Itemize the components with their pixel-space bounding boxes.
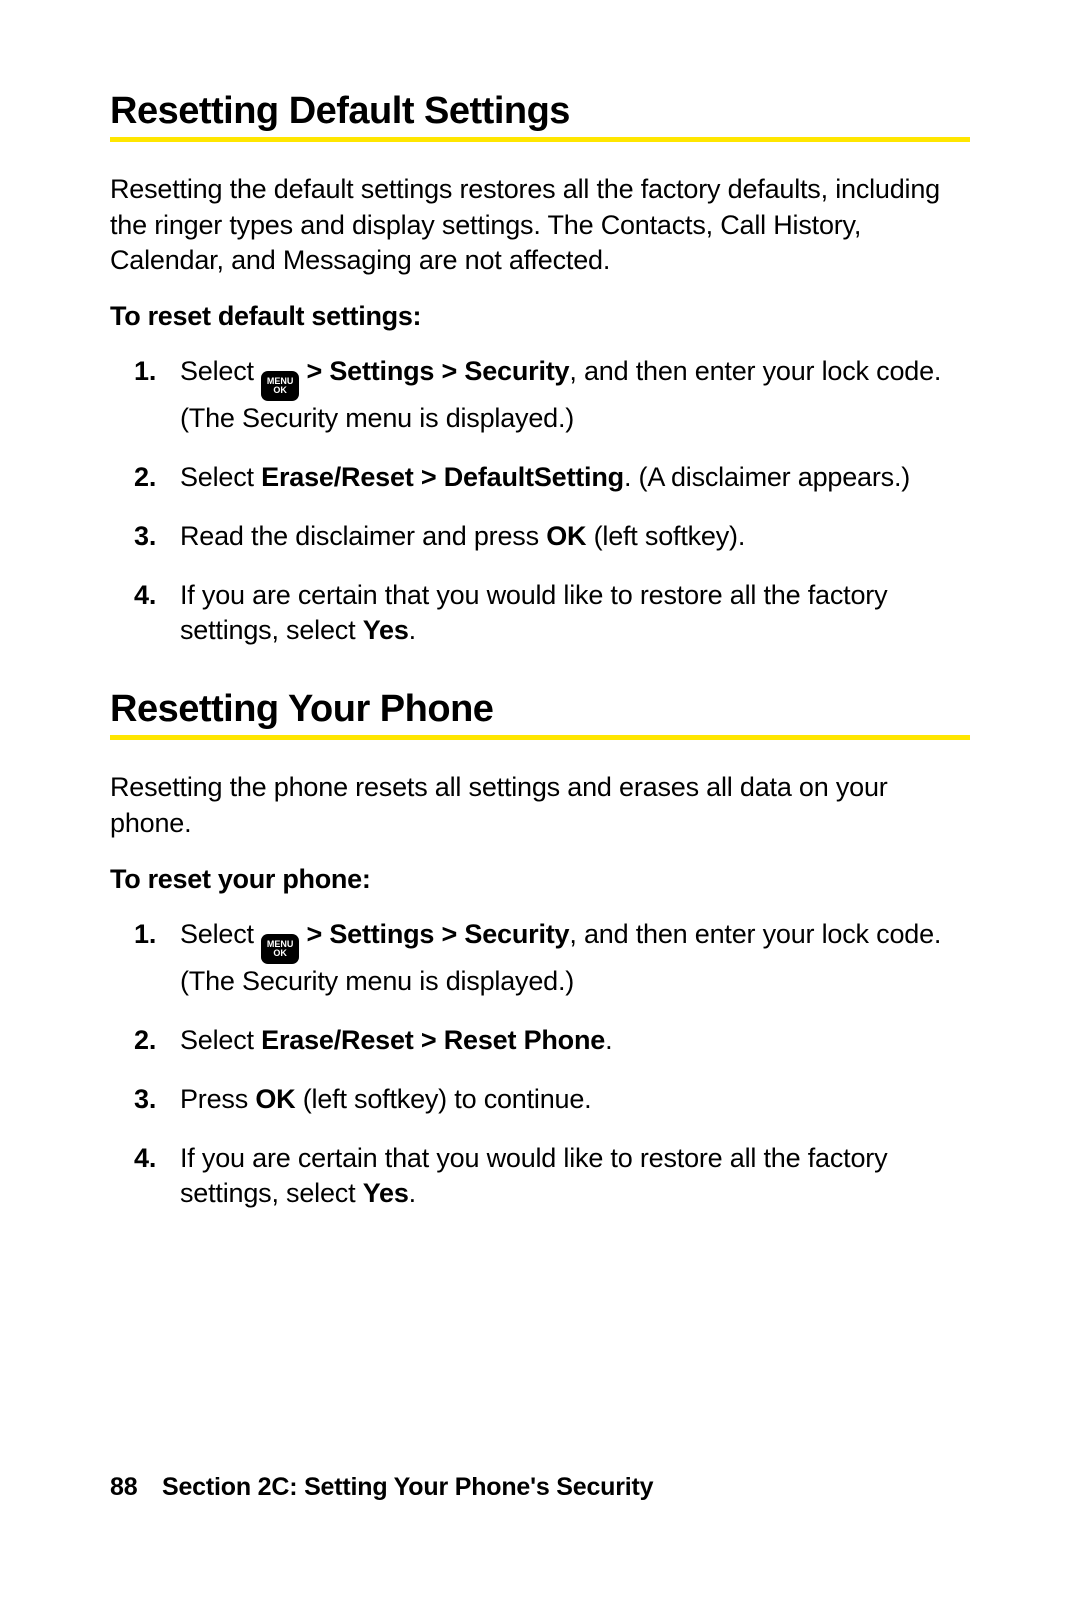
footer-section-title: Section 2C: Setting Your Phone's Securit… (162, 1473, 653, 1501)
page-number: 88 (110, 1473, 162, 1502)
step-item: 3. Read the disclaimer and press OK (lef… (180, 519, 970, 554)
step-text: Read the disclaimer and press (180, 521, 546, 551)
step-text: . (409, 615, 416, 645)
subhead-reset-default: To reset default settings: (110, 301, 970, 332)
menu-ok-key-icon: MENUOK (261, 934, 299, 964)
steps-reset-phone: 1. Select MENUOK > Settings > Security, … (110, 917, 970, 1211)
heading-reset-default: Resetting Default Settings (110, 90, 970, 142)
step-text: (left softkey) to continue. (295, 1084, 591, 1114)
step-text: If you are certain that you would like t… (180, 580, 887, 645)
step-text: . (605, 1025, 612, 1055)
step-item: 1. Select MENUOK > Settings > Security, … (180, 354, 970, 436)
step-bold: Yes (363, 1178, 409, 1208)
step-bold: > Settings > Security (299, 919, 569, 949)
step-bold: Yes (363, 615, 409, 645)
step-number: 1. (134, 917, 156, 952)
step-item: 4. If you are certain that you would lik… (180, 578, 970, 648)
step-item: 4. If you are certain that you would lik… (180, 1141, 970, 1211)
step-number: 3. (134, 519, 156, 554)
step-number: 2. (134, 460, 156, 495)
subhead-reset-phone: To reset your phone: (110, 864, 970, 895)
steps-reset-default: 1. Select MENUOK > Settings > Security, … (110, 354, 970, 648)
intro-reset-phone: Resetting the phone resets all settings … (110, 770, 970, 841)
step-number: 4. (134, 578, 156, 613)
step-text: Select (180, 462, 261, 492)
step-item: 2. Select Erase/Reset > Reset Phone. (180, 1023, 970, 1058)
step-item: 1. Select MENUOK > Settings > Security, … (180, 917, 970, 999)
step-text: . (409, 1178, 416, 1208)
step-bold: OK (255, 1084, 295, 1114)
step-bold: Erase/Reset > Reset Phone (261, 1025, 605, 1055)
intro-reset-default: Resetting the default settings restores … (110, 172, 970, 279)
step-bold: > Settings > Security (299, 356, 569, 386)
step-number: 3. (134, 1082, 156, 1117)
step-item: 2. Select Erase/Reset > DefaultSetting. … (180, 460, 970, 495)
step-text: Select (180, 356, 261, 386)
step-item: 3. Press OK (left softkey) to continue. (180, 1082, 970, 1117)
step-text: Press (180, 1084, 255, 1114)
menu-ok-key-icon: MENUOK (261, 371, 299, 401)
step-text: If you are certain that you would like t… (180, 1143, 887, 1208)
step-bold: OK (546, 521, 586, 551)
heading-reset-phone: Resetting Your Phone (110, 688, 970, 740)
step-text: Select (180, 919, 261, 949)
step-text: (left softkey). (586, 521, 745, 551)
step-number: 1. (134, 354, 156, 389)
step-number: 4. (134, 1141, 156, 1176)
page-footer: 88Section 2C: Setting Your Phone's Secur… (110, 1473, 653, 1502)
step-bold: Erase/Reset > DefaultSetting (261, 462, 624, 492)
step-number: 2. (134, 1023, 156, 1058)
step-text: . (A disclaimer appears.) (624, 462, 910, 492)
step-text: Select (180, 1025, 261, 1055)
